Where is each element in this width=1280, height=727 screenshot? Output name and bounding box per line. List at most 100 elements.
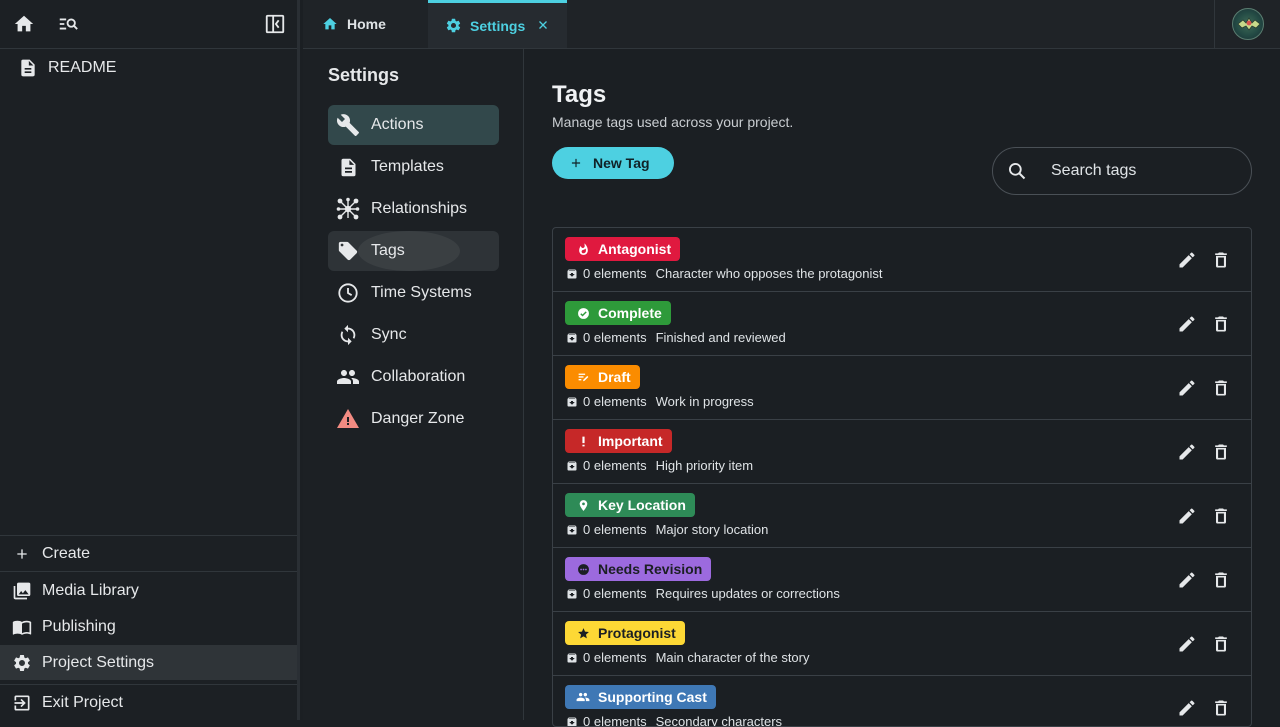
- search-field[interactable]: [992, 147, 1252, 195]
- edit-icon[interactable]: [1175, 312, 1199, 336]
- create-button[interactable]: Create: [0, 538, 297, 570]
- new-tag-button[interactable]: New Tag: [552, 147, 674, 179]
- search-tree-icon[interactable]: [54, 10, 82, 38]
- home-icon[interactable]: [10, 10, 38, 38]
- edit-icon[interactable]: [1175, 248, 1199, 272]
- settings-nav-label: Danger Zone: [371, 410, 464, 428]
- settings-nav-collaboration[interactable]: Collaboration: [328, 357, 499, 397]
- settings-nav-tags[interactable]: Tags: [328, 231, 499, 271]
- tag-icon: [336, 239, 360, 263]
- tag-meta: 0 elements Requires updates or correctio…: [566, 586, 840, 601]
- tag-row: Antagonist 0 elements Character who oppo…: [553, 228, 1251, 292]
- delete-icon[interactable]: [1209, 504, 1233, 528]
- tag-description: Requires updates or corrections: [656, 586, 840, 601]
- tag-name: Key Location: [598, 497, 686, 513]
- check-circle-icon: [576, 306, 590, 320]
- collapse-sidebar-icon[interactable]: [261, 10, 289, 38]
- tag-name: Draft: [598, 369, 631, 385]
- tag-count: 0 elements: [583, 586, 647, 601]
- user-menu[interactable]: [1214, 0, 1280, 48]
- delete-icon[interactable]: [1209, 440, 1233, 464]
- gear-icon: [10, 651, 34, 675]
- settings-nav: Settings Actions Templates Relationships…: [303, 49, 524, 720]
- location-pin-icon: [576, 498, 590, 512]
- tab-home[interactable]: Home: [303, 0, 427, 48]
- edit-icon[interactable]: [1175, 568, 1199, 592]
- settings-nav-danger-zone[interactable]: Danger Zone: [328, 399, 499, 439]
- tag-name: Needs Revision: [598, 561, 702, 577]
- edit-icon[interactable]: [1175, 504, 1199, 528]
- tree-item-readme[interactable]: README: [0, 54, 297, 82]
- flame-icon: [576, 242, 590, 256]
- edit-icon[interactable]: [1175, 632, 1199, 656]
- edit-icon[interactable]: [1175, 696, 1199, 720]
- settings-nav-label: Actions: [371, 116, 423, 134]
- tag-description: Secondary characters: [656, 714, 782, 727]
- document-icon: [336, 155, 360, 179]
- tab-settings[interactable]: Settings: [428, 0, 567, 48]
- archive-icon: [566, 332, 578, 344]
- settings-nav-sync[interactable]: Sync: [328, 315, 499, 355]
- divider: [0, 535, 297, 536]
- plus-icon: [10, 542, 34, 566]
- warning-icon: [336, 407, 360, 431]
- tab-label: Home: [347, 16, 386, 32]
- archive-icon: [566, 460, 578, 472]
- page-subtitle: Manage tags used across your project.: [552, 114, 793, 130]
- tag-row: Protagonist 0 elements Main character of…: [553, 612, 1251, 676]
- settings-nav-time-systems[interactable]: Time Systems: [328, 273, 499, 313]
- tag-description: Work in progress: [656, 394, 754, 409]
- delete-icon[interactable]: [1209, 568, 1233, 592]
- tag-meta: 0 elements Finished and reviewed: [566, 330, 786, 345]
- edit-icon[interactable]: [1175, 376, 1199, 400]
- avatar[interactable]: [1232, 8, 1264, 40]
- settings-nav-label: Time Systems: [371, 284, 472, 302]
- tab-label: Settings: [470, 18, 525, 34]
- tag-list: Antagonist 0 elements Character who oppo…: [552, 227, 1252, 727]
- divider: [0, 684, 297, 685]
- more-horiz-circle-icon: [576, 562, 590, 576]
- gear-icon: [444, 17, 462, 35]
- project-settings-button[interactable]: Project Settings: [0, 645, 297, 680]
- tag-meta: 0 elements Major story location: [566, 522, 768, 537]
- delete-icon[interactable]: [1209, 376, 1233, 400]
- people-icon: [576, 690, 590, 704]
- delete-icon[interactable]: [1209, 632, 1233, 656]
- close-icon[interactable]: [535, 17, 551, 33]
- wrench-icon: [336, 113, 360, 137]
- settings-nav-title: Settings: [328, 65, 399, 86]
- tag-meta: 0 elements Secondary characters: [566, 714, 782, 727]
- create-label: Create: [42, 545, 90, 563]
- exit-project-button[interactable]: Exit Project: [0, 687, 297, 719]
- settings-nav-relationships[interactable]: Relationships: [328, 189, 499, 229]
- new-tag-label: New Tag: [593, 155, 650, 171]
- delete-icon[interactable]: [1209, 248, 1233, 272]
- delete-icon[interactable]: [1209, 312, 1233, 336]
- media-library-button[interactable]: Media Library: [0, 575, 297, 607]
- tag-name: Important: [598, 433, 663, 449]
- delete-icon[interactable]: [1209, 696, 1233, 720]
- settings-nav-actions[interactable]: Actions: [328, 105, 499, 145]
- tag-meta: 0 elements Main character of the story: [566, 650, 810, 665]
- edit-icon[interactable]: [1175, 440, 1199, 464]
- archive-icon: [566, 716, 578, 727]
- archive-icon: [566, 396, 578, 408]
- publishing-button[interactable]: Publishing: [0, 611, 297, 643]
- publishing-label: Publishing: [42, 618, 116, 636]
- tag-meta: 0 elements Character who opposes the pro…: [566, 266, 883, 281]
- search-input[interactable]: [1051, 162, 1221, 180]
- tag-chip: Draft: [565, 365, 640, 389]
- draft-icon: [576, 370, 590, 384]
- tag-description: Main character of the story: [656, 650, 810, 665]
- exit-project-label: Exit Project: [42, 694, 123, 712]
- tag-description: Character who opposes the protagonist: [656, 266, 883, 281]
- settings-nav-templates[interactable]: Templates: [328, 147, 499, 187]
- tag-name: Antagonist: [598, 241, 671, 257]
- archive-icon: [566, 652, 578, 664]
- plus-icon: [568, 155, 584, 171]
- tag-row: Key Location 0 elements Major story loca…: [553, 484, 1251, 548]
- home-icon: [321, 15, 339, 33]
- tag-count: 0 elements: [583, 458, 647, 473]
- tag-count: 0 elements: [583, 522, 647, 537]
- tag-description: Finished and reviewed: [656, 330, 786, 345]
